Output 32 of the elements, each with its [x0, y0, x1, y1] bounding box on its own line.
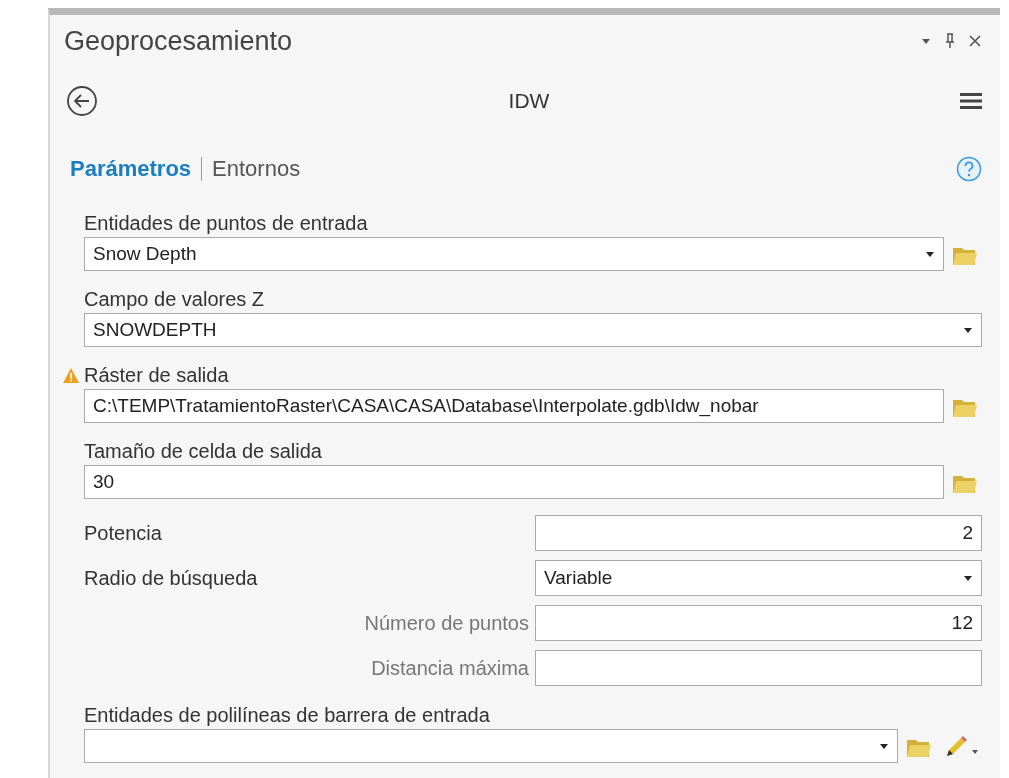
field-label: Radio de búsqueda — [84, 566, 258, 590]
caret-icon[interactable] — [925, 250, 935, 258]
input-field[interactable]: 12 — [535, 605, 982, 641]
field-label: Distancia máxima — [371, 656, 529, 680]
dropdown-field[interactable]: Snow Depth — [84, 237, 944, 271]
field-label: Campo de valores Z — [84, 287, 265, 311]
field-label: Entidades de polilíneas de barrera de entrada — [84, 703, 490, 727]
caret-icon[interactable] — [963, 574, 973, 582]
dropdown-field[interactable]: SNOWDEPTH — [84, 313, 982, 347]
field-label: Ráster de salida — [84, 363, 229, 387]
field-label: Entidades de puntos de entrada — [84, 211, 368, 235]
help-icon[interactable] — [956, 156, 982, 182]
window-title: Geoprocesamiento — [64, 25, 293, 57]
tab[interactable]: Parámetros — [70, 156, 192, 182]
input-field[interactable]: 2 — [535, 515, 982, 551]
field-label: Número de puntos — [364, 611, 529, 635]
tool-title: IDW — [508, 89, 550, 113]
dropdown-field[interactable]: Variable — [535, 560, 982, 596]
input-field[interactable]: 30 — [84, 465, 944, 499]
caret-icon[interactable] — [879, 742, 889, 750]
pin-icon[interactable] — [944, 33, 956, 49]
back-icon[interactable] — [66, 85, 98, 117]
close-icon[interactable] — [968, 34, 982, 48]
caret-icon[interactable] — [963, 326, 973, 334]
dropdown-field[interactable] — [84, 729, 898, 763]
tab[interactable]: Entornos — [212, 156, 301, 182]
field-label: Potencia — [84, 521, 162, 545]
menu-icon[interactable] — [960, 92, 982, 110]
pencil-icon[interactable] — [944, 734, 978, 758]
field-label: Tamaño de celda de salida — [84, 439, 322, 463]
input-field[interactable] — [535, 650, 982, 686]
input-field[interactable]: C:\TEMP\TratamientoRaster\CASA\CASA\Database\Interpolate.gdb\Idw_nobar — [84, 389, 944, 423]
